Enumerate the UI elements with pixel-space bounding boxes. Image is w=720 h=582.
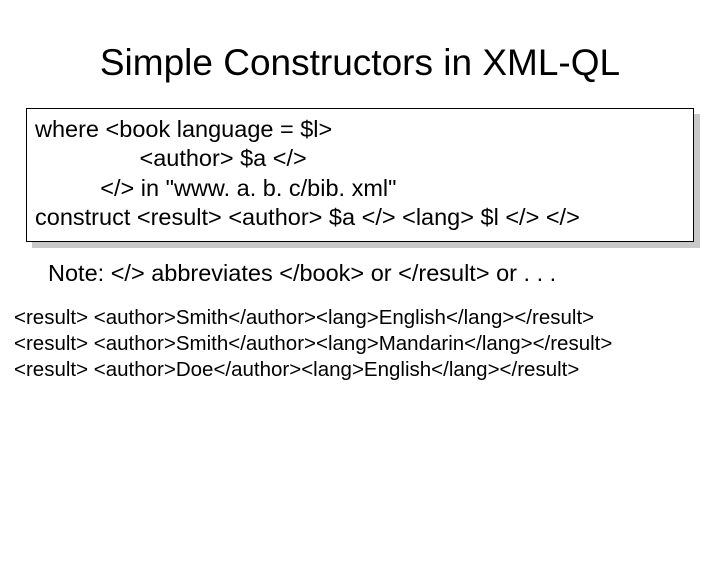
result-line-2: <result> <author>Smith</author><lang>Man… (14, 332, 612, 355)
code-box: where <book language = $l> <author> $a <… (26, 108, 694, 242)
code-box-container: where <book language = $l> <author> $a <… (26, 108, 694, 242)
page-title: Simple Constructors in XML-QL (0, 42, 720, 84)
results-block: <result> <author>Smith</author><lang>Eng… (14, 305, 720, 384)
note-text: Note: </> abbreviates </book> or </resul… (48, 260, 694, 287)
code-line-2: <author> $a </> (35, 145, 307, 171)
code-line-1: where <book language = $l> (35, 116, 332, 142)
result-line-1: <result> <author>Smith</author><lang>Eng… (14, 306, 594, 329)
result-line-3: <result> <author>Doe</author><lang>Engli… (14, 358, 579, 381)
code-line-4: construct <result> <author> $a </> <lang… (35, 204, 580, 230)
code-line-3: </> in "www. a. b. c/bib. xml" (35, 175, 396, 201)
